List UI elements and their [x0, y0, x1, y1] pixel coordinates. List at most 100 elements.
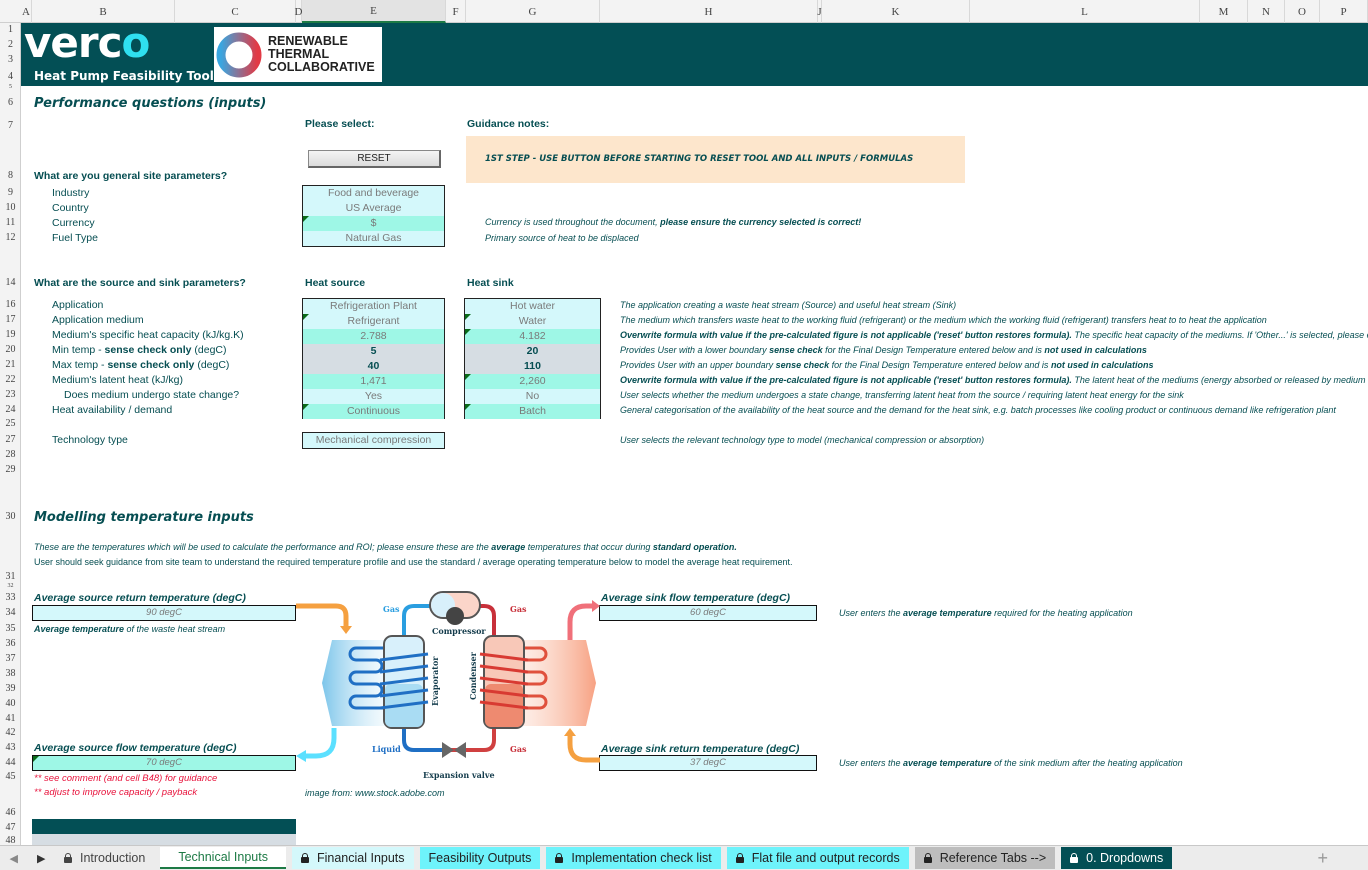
- row-header[interactable]: 40: [0, 698, 21, 709]
- tab-implementation-check-list[interactable]: Implementation check list: [546, 847, 721, 869]
- row-header[interactable]: 22: [0, 374, 21, 385]
- note-text: of the waste heat stream: [124, 624, 226, 634]
- heat-sink-cell[interactable]: Batch: [465, 404, 600, 419]
- heat-source-cell[interactable]: 2.788: [303, 329, 444, 344]
- row-header[interactable]: 28: [0, 449, 21, 460]
- row-header[interactable]: 39: [0, 683, 21, 694]
- industry-select[interactable]: Food and beverage: [303, 186, 444, 201]
- source-return-input[interactable]: 90 degC: [32, 605, 296, 621]
- column-header[interactable]: C: [175, 0, 296, 23]
- row-header[interactable]: 33: [0, 592, 21, 603]
- label-part: sense check only: [104, 344, 192, 356]
- tab-prev-icon[interactable]: ◀: [10, 852, 18, 865]
- row-header[interactable]: 9: [0, 187, 21, 198]
- column-header[interactable]: K: [822, 0, 970, 23]
- currency-select[interactable]: $: [303, 216, 444, 231]
- row-header[interactable]: 41: [0, 713, 21, 724]
- technology-note: User selects the relevant technology typ…: [620, 435, 985, 445]
- heat-sink-box: Hot water Water 4.182 20 110 2,260 No Batch: [464, 298, 601, 419]
- row-header[interactable]: 36: [0, 638, 21, 649]
- row-header[interactable]: 7: [0, 120, 21, 131]
- add-sheet-icon[interactable]: +: [1317, 848, 1328, 869]
- heat-sink-cell[interactable]: 20: [465, 344, 600, 359]
- row-header[interactable]: 24: [0, 404, 21, 415]
- column-header[interactable]: H: [600, 0, 818, 23]
- heat-sink-cell[interactable]: Water: [465, 314, 600, 329]
- reset-button[interactable]: RESET: [308, 150, 441, 168]
- heat-source-cell[interactable]: Refrigeration Plant: [303, 299, 444, 314]
- row-header[interactable]: 32: [0, 583, 21, 589]
- column-header[interactable]: P: [1320, 0, 1368, 23]
- heat-source-cell[interactable]: 5: [303, 344, 444, 359]
- heat-source-cell[interactable]: Refrigerant: [303, 314, 444, 329]
- heat-sink-cell[interactable]: 110: [465, 359, 600, 374]
- row-header[interactable]: 11: [0, 217, 21, 228]
- tab-next-icon[interactable]: ▶: [37, 852, 45, 865]
- sink-flow-note: User enters the average temperature requ…: [839, 608, 1133, 618]
- heat-sink-cell[interactable]: No: [465, 389, 600, 404]
- tab-flat-file-and-output-records[interactable]: Flat file and output records: [726, 847, 909, 869]
- sink-return-input[interactable]: 37 degC: [599, 755, 817, 771]
- tab-feasibility-outputs[interactable]: Feasibility Outputs: [419, 847, 541, 869]
- column-header[interactable]: O: [1285, 0, 1320, 23]
- row-header[interactable]: 29: [0, 464, 21, 475]
- row-header[interactable]: 1: [0, 24, 21, 35]
- heat-source-cell[interactable]: 40: [303, 359, 444, 374]
- row-header[interactable]: 46: [0, 807, 21, 818]
- tab-financial-inputs[interactable]: Financial Inputs: [291, 847, 414, 869]
- row-header[interactable]: 12: [0, 232, 21, 243]
- row-header[interactable]: 20: [0, 344, 21, 355]
- column-header[interactable]: G: [466, 0, 600, 23]
- heat-source-cell[interactable]: Yes: [303, 389, 444, 404]
- note-text: temperatures that occur during: [525, 542, 653, 552]
- heat-source-cell[interactable]: Continuous: [303, 404, 444, 419]
- row-header[interactable]: 43: [0, 742, 21, 753]
- tab-reference-tabs[interactable]: Reference Tabs -->: [914, 847, 1056, 869]
- heat-sink-cell[interactable]: 2,260: [465, 374, 600, 389]
- row-header[interactable]: 3: [0, 54, 21, 65]
- heat-sink-cell[interactable]: 4.182: [465, 329, 600, 344]
- column-header[interactable]: E: [302, 0, 446, 23]
- cell-value: 110: [524, 360, 541, 372]
- column-header[interactable]: L: [970, 0, 1200, 23]
- row-header[interactable]: 19: [0, 329, 21, 340]
- column-header[interactable]: F: [446, 0, 466, 23]
- row-header[interactable]: 47: [0, 822, 21, 833]
- row-header[interactable]: 38: [0, 668, 21, 679]
- row-header[interactable]: 8: [0, 170, 21, 181]
- fuel-type-select[interactable]: Natural Gas: [303, 231, 444, 246]
- row-header[interactable]: 37: [0, 653, 21, 664]
- row-header[interactable]: 5: [0, 84, 21, 90]
- row-header[interactable]: 2: [0, 39, 21, 50]
- row-header[interactable]: 42: [0, 727, 21, 738]
- row-header[interactable]: 23: [0, 389, 21, 400]
- technology-type-select[interactable]: Mechanical compression: [303, 433, 444, 448]
- row-header[interactable]: 25: [0, 418, 21, 429]
- country-select[interactable]: US Average: [303, 201, 444, 216]
- column-header[interactable]: N: [1248, 0, 1285, 23]
- row-header[interactable]: 14: [0, 277, 21, 288]
- tab-technical-inputs[interactable]: Technical Inputs: [160, 847, 286, 869]
- row-header[interactable]: 21: [0, 359, 21, 370]
- row-header[interactable]: 45: [0, 771, 21, 782]
- row-header[interactable]: 35: [0, 623, 21, 634]
- comment-marker: [465, 374, 471, 380]
- row-header[interactable]: 16: [0, 299, 21, 310]
- column-header[interactable]: M: [1200, 0, 1248, 23]
- row-header[interactable]: 44: [0, 757, 21, 768]
- sink-flow-input[interactable]: 60 degC: [599, 605, 817, 621]
- source-flow-input[interactable]: 70 degC: [32, 755, 296, 771]
- heat-sink-cell[interactable]: Hot water: [465, 299, 600, 314]
- tab-0-dropdowns[interactable]: 0. Dropdowns: [1061, 847, 1173, 869]
- row-header[interactable]: 30: [0, 511, 21, 522]
- row-header[interactable]: 31: [0, 571, 21, 582]
- heat-source-cell[interactable]: 1,471: [303, 374, 444, 389]
- tab-introduction[interactable]: Introduction: [55, 847, 155, 869]
- row-header[interactable]: 4: [0, 71, 21, 82]
- tab-scroll-arrows[interactable]: ◀ ▶: [0, 852, 55, 865]
- row-header[interactable]: 6: [0, 97, 21, 108]
- row-header[interactable]: 34: [0, 607, 21, 618]
- row-header[interactable]: 10: [0, 202, 21, 213]
- row-header[interactable]: 27: [0, 434, 21, 445]
- row-header[interactable]: 17: [0, 314, 21, 325]
